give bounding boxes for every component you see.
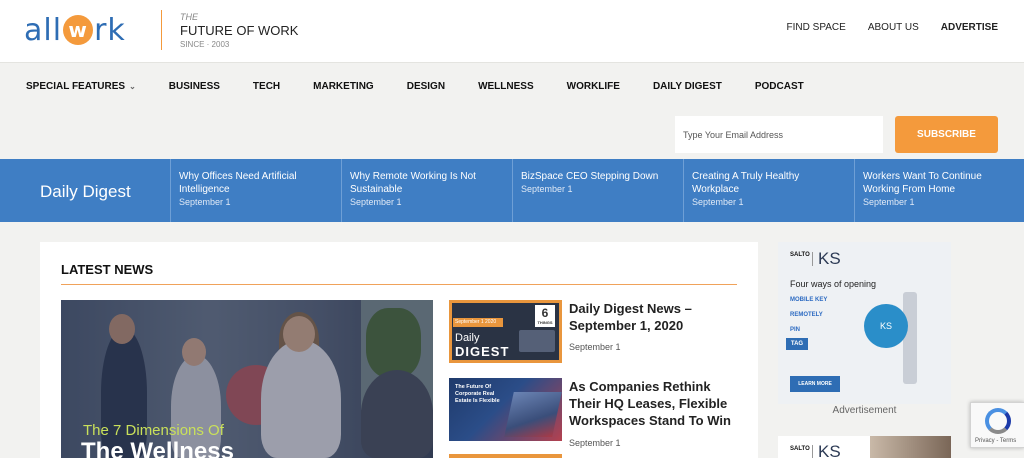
category-daily-digest[interactable]: DAILY DIGEST xyxy=(653,81,722,92)
digest-item[interactable]: Workers Want To Continue Working From Ho… xyxy=(854,159,1024,222)
thumb-date-band: September 1 2020 xyxy=(453,318,503,327)
feature-article-image[interactable]: The 7 Dimensions Of The Wellness xyxy=(61,300,433,458)
thumb-number-sub: THINGS xyxy=(537,320,553,325)
tagline-since: SINCE · 2003 xyxy=(180,40,230,49)
digest-item-date: September 1 xyxy=(521,184,573,194)
digest-title[interactable]: Daily Digest xyxy=(40,182,131,202)
subscribe-button[interactable]: SUBSCRIBE xyxy=(895,116,998,153)
recaptcha-badge[interactable]: Privacy - Terms xyxy=(970,402,1024,448)
article-title[interactable]: Daily Digest News – September 1, 2020 xyxy=(569,300,739,334)
article-date: September 1 xyxy=(569,342,621,352)
article-date: September 1 xyxy=(569,438,621,448)
category-marketing[interactable]: MARKETING xyxy=(313,81,374,92)
latest-news-heading: LATEST NEWS xyxy=(61,262,154,277)
tagline-the: THE xyxy=(180,12,198,22)
category-business[interactable]: BUSINESS xyxy=(169,81,220,92)
tagline: THE FUTURE OF WORK SINCE · 2003 xyxy=(180,12,298,49)
allwork-logo[interactable]: all w w rk xyxy=(24,12,126,48)
digest-item-title: Workers Want To Continue Working From Ho… xyxy=(863,171,982,195)
category-worklife[interactable]: WORKLIFE xyxy=(567,81,620,92)
digest-item-title: BizSpace CEO Stepping Down xyxy=(521,171,659,182)
digest-items: Why Offices Need Artificial Intelligence… xyxy=(170,159,1024,222)
article-thumbnail[interactable]: The Future Of Corporate Real Estate Is F… xyxy=(449,378,562,441)
thumb-text: The Future Of Corporate Real Estate Is F… xyxy=(455,384,500,404)
category-podcast[interactable]: PODCAST xyxy=(755,81,804,92)
thumb-line2: DIGEST xyxy=(455,344,510,359)
digest-item[interactable]: Why Offices Need Artificial Intelligence… xyxy=(170,159,341,222)
chevron-down-icon: ⌄ xyxy=(129,82,136,91)
digest-item[interactable]: BizSpace CEO Stepping Down September 1 xyxy=(512,159,683,222)
nav-advertise[interactable]: ADVERTISE xyxy=(941,22,998,33)
ad-product: KS xyxy=(818,442,841,458)
key-tag-icon: KS xyxy=(864,304,908,348)
feature-caption-line2: The Wellness xyxy=(81,438,234,458)
digest-item-date: September 1 xyxy=(179,197,231,207)
top-nav: FIND SPACE ABOUT US ADVERTISE xyxy=(787,22,998,33)
digest-item-title: Why Offices Need Artificial Intelligence xyxy=(179,171,297,195)
building-image xyxy=(504,392,562,437)
thumb-number: 6 THINGS xyxy=(535,305,555,327)
category-special-features[interactable]: SPECIAL FEATURES ⌄ xyxy=(26,81,136,92)
ad-photo xyxy=(870,436,951,458)
article-text: Daily Digest News – September 1, 2020 Se… xyxy=(569,300,739,352)
learn-more-button[interactable]: LEARN MORE xyxy=(790,376,840,392)
thumb-number-value: 6 xyxy=(541,306,549,320)
advertisement-banner[interactable]: SALTO KS xyxy=(778,436,951,458)
digest-item[interactable]: Why Remote Working Is Not Sustainable Se… xyxy=(341,159,512,222)
nav-about-us[interactable]: ABOUT US xyxy=(868,22,919,33)
ad-brand: SALTO xyxy=(790,252,810,258)
ad-product: KS xyxy=(818,249,841,268)
digest-item-title: Creating A Truly Healthy Workplace xyxy=(692,171,800,195)
article-title[interactable]: As Companies Rethink Their HQ Leases, Fl… xyxy=(569,378,739,429)
tagline-main: FUTURE OF WORK xyxy=(180,23,299,38)
ad-feature: REMOTELY xyxy=(790,312,823,318)
article-thumbnail[interactable]: September 1 2020 6 THINGS Daily DIGEST xyxy=(449,300,562,363)
category-wellness[interactable]: WELLNESS xyxy=(478,81,534,92)
advertisement-banner[interactable]: SALTO KS Four ways of opening MOBILE KEY… xyxy=(778,242,951,404)
ad-brand: SALTO xyxy=(790,446,810,452)
digest-item-title: Why Remote Working Is Not Sustainable xyxy=(350,171,476,195)
heading-rule xyxy=(61,284,737,285)
logo-text-left: all xyxy=(24,12,63,48)
category-design[interactable]: DESIGN xyxy=(407,81,445,92)
advertisement-label: Advertisement xyxy=(832,405,897,416)
logo-divider xyxy=(161,10,162,50)
nav-find-space[interactable]: FIND SPACE xyxy=(787,22,846,33)
category-label: SPECIAL FEATURES xyxy=(26,81,126,92)
feature-caption-line1: The 7 Dimensions Of xyxy=(83,422,224,439)
daily-digest-bar: Daily Digest Why Offices Need Artificial… xyxy=(0,159,1024,222)
article-thumbnail-partial[interactable] xyxy=(449,454,562,458)
article-text: As Companies Rethink Their HQ Leases, Fl… xyxy=(569,378,739,448)
logo-o-icon: w xyxy=(63,15,94,45)
digest-item-date: September 1 xyxy=(863,197,915,207)
ad-feature: MOBILE KEY xyxy=(790,297,828,303)
ad-headline: Four ways of opening xyxy=(790,279,877,289)
ad-feature: PIN xyxy=(790,327,801,333)
digest-item[interactable]: Creating A Truly Healthy Workplace Septe… xyxy=(683,159,854,222)
thumb-line1: Daily xyxy=(455,332,480,344)
category-tech[interactable]: TECH xyxy=(253,81,280,92)
recaptcha-legal[interactable]: Privacy - Terms xyxy=(975,438,1016,444)
category-nav: SPECIAL FEATURES ⌄ BUSINESS TECH MARKETIN… xyxy=(0,62,1024,110)
lock-image xyxy=(903,292,917,384)
logo-text-right: rk xyxy=(94,12,126,48)
digest-item-date: September 1 xyxy=(350,197,402,207)
top-header: all w w rk THE FUTURE OF WORK SINCE · 20… xyxy=(0,0,1024,62)
ad-feature-tag: TAG xyxy=(786,338,808,350)
email-input[interactable] xyxy=(675,116,883,153)
latest-news-panel: LATEST NEWS The 7 Dimensions Of The Well… xyxy=(40,242,758,458)
recaptcha-icon xyxy=(985,408,1011,434)
digest-item-date: September 1 xyxy=(692,197,744,207)
